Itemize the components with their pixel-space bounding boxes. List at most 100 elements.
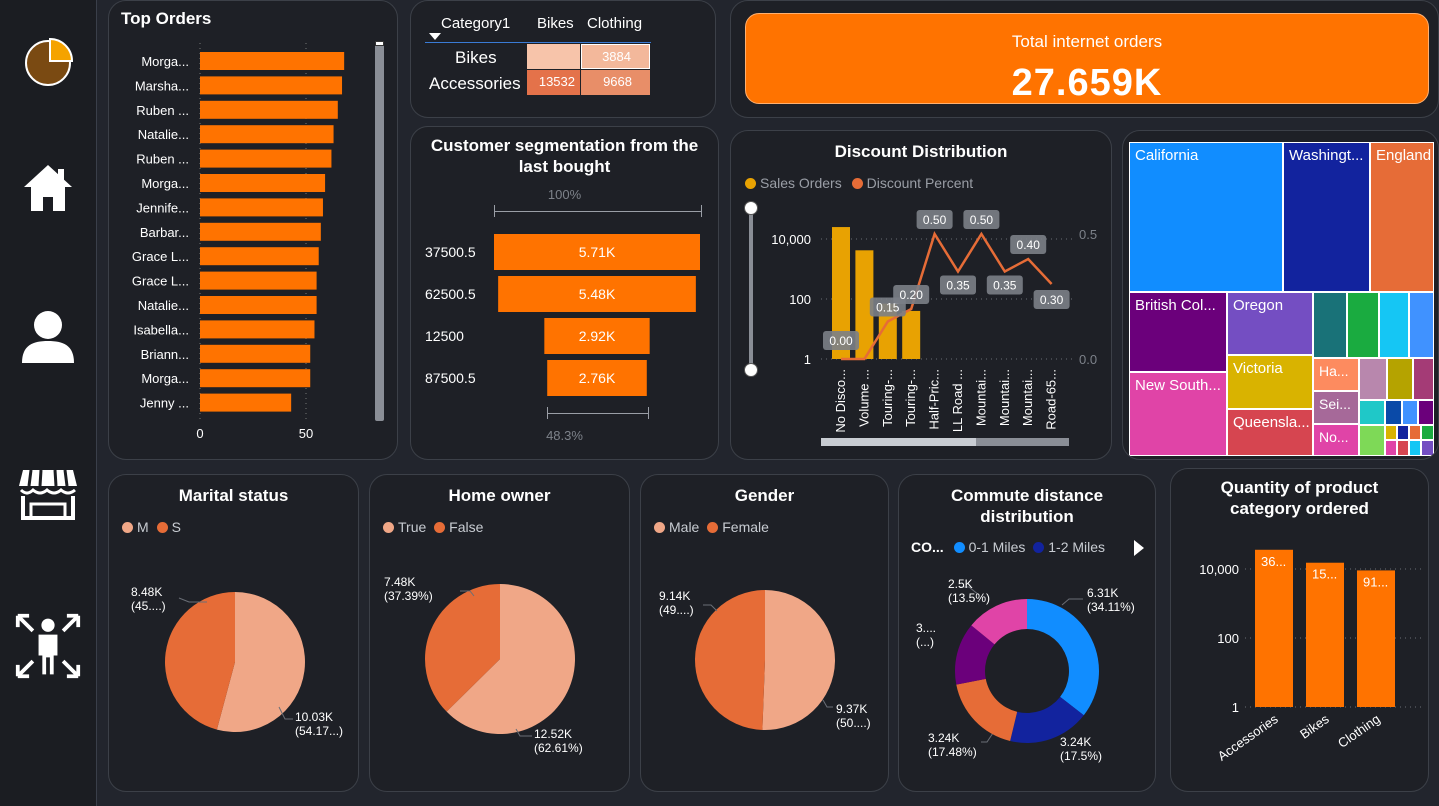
treemap-cell[interactable]: England <box>1370 142 1434 292</box>
treemap-cell[interactable] <box>1379 292 1409 358</box>
treemap-cell[interactable] <box>1359 425 1385 456</box>
gender-card: Gender Male Female 9.14K (49....) 9.37K (5… <box>640 474 889 792</box>
slice-label: 10.03K (54.17...) <box>295 710 344 738</box>
funnel-category-label: 87500.5 <box>425 370 476 386</box>
y-tick-label: 10,000 <box>1199 562 1239 577</box>
horizontal-scrollbar[interactable] <box>821 438 1069 446</box>
treemap-cell[interactable] <box>1387 358 1413 400</box>
treemap-cell[interactable] <box>1347 292 1379 358</box>
x-tick-label: 0 <box>196 426 203 441</box>
customers-icon[interactable] <box>14 612 82 680</box>
quantity-chart: 10,000 100 1 36... Accessories 15... Bikes 91..… <box>1199 549 1421 764</box>
marital-status-card: Marital status M S 8.48K (45....) 10.03K(… <box>108 474 359 792</box>
treemap-cell[interactable]: British Col... <box>1129 292 1227 372</box>
discount-chart: 10,000 100 1 0.5 0.0 No Disco... Volume ... Tou… <box>771 210 1097 433</box>
data-label: 0.50 <box>923 213 947 227</box>
order-bar <box>200 198 323 217</box>
treemap-cell[interactable] <box>1409 440 1421 456</box>
treemap-cell[interactable] <box>1409 292 1434 358</box>
treemap-cell[interactable] <box>1385 440 1397 456</box>
treemap-cell[interactable]: Queensla... <box>1227 409 1313 456</box>
slider-handle-top[interactable] <box>744 201 758 215</box>
treemap-card: California Washingt... England British C… <box>1122 130 1439 460</box>
order-bar <box>200 369 311 388</box>
order-bar <box>200 174 326 192</box>
customer-name-label: Jenny ... <box>140 396 189 411</box>
treemap-cell[interactable] <box>1385 400 1402 425</box>
funnel-value-label: 2.76K <box>579 370 616 386</box>
treemap-cell[interactable] <box>1418 400 1434 425</box>
data-label: 0.50 <box>970 213 994 227</box>
top-orders-chart: 0 50 Morga... Marsha... Ruben ... Natalie..… <box>132 43 345 441</box>
y-tick-label: 100 <box>1217 631 1239 646</box>
x-tick-label: LL Road ... <box>950 369 965 432</box>
treemap-cell[interactable]: Ha... <box>1313 358 1359 391</box>
pie-chart-icon[interactable] <box>14 28 82 96</box>
customer-name-label: Barbar... <box>140 225 189 240</box>
data-label: 0.40 <box>1017 238 1041 252</box>
treemap-cell[interactable] <box>1402 400 1418 425</box>
x-tick-label: No Disco... <box>833 369 848 433</box>
quantity-card: Quantity of product category ordered 10,… <box>1170 468 1429 792</box>
treemap-cell[interactable] <box>1421 425 1434 440</box>
treemap-cell[interactable]: Oregon <box>1227 292 1313 355</box>
matrix-header-category[interactable]: Category1 <box>441 15 510 32</box>
scrollbar[interactable] <box>375 41 384 421</box>
treemap-cell[interactable] <box>1409 425 1421 440</box>
y-tick-label: 10,000 <box>771 232 811 247</box>
funnel-card: Customer segmentation from the last boug… <box>410 126 719 460</box>
order-bar <box>200 125 334 144</box>
customer-name-label: Jennife... <box>136 200 189 215</box>
x-tick-label: Clothing <box>1335 711 1383 751</box>
treemap-label: California <box>1135 147 1199 164</box>
treemap-cell[interactable]: Victoria <box>1227 355 1313 409</box>
leader-line <box>822 699 833 708</box>
treemap-label: No... <box>1319 429 1349 445</box>
bar-value-label: 15... <box>1312 567 1337 582</box>
order-bar <box>200 52 345 70</box>
home-icon[interactable] <box>14 154 82 222</box>
kpi-label: Total internet orders <box>1011 32 1163 51</box>
user-icon[interactable] <box>14 302 82 370</box>
y-tick-label: 1 <box>1232 700 1239 715</box>
treemap-cell[interactable]: No... <box>1313 424 1359 456</box>
y-range-slider[interactable] <box>749 207 753 369</box>
treemap-cell[interactable] <box>1385 425 1397 440</box>
matrix-cell: 3884 <box>581 44 650 69</box>
treemap-cell[interactable]: Washingt... <box>1283 142 1370 292</box>
treemap-cell[interactable] <box>1421 440 1434 456</box>
leader-line <box>1061 598 1083 606</box>
treemap-label: Washingt... <box>1289 147 1364 164</box>
x-tick-label: Touring-... <box>903 369 918 427</box>
treemap-cell[interactable]: California <box>1129 142 1283 292</box>
customer-name-label: Briann... <box>141 347 189 362</box>
matrix-header-bikes: Bikes <box>537 15 574 32</box>
treemap-cell[interactable] <box>1413 358 1434 400</box>
store-icon[interactable] <box>14 460 82 528</box>
matrix-cell <box>527 44 580 69</box>
funnel-bottom-bracket <box>547 407 649 419</box>
treemap-cell[interactable] <box>1397 440 1409 456</box>
customer-name-label: Grace L... <box>132 274 189 289</box>
pie-slice <box>695 590 765 730</box>
x-tick-label: Touring-... <box>880 369 895 427</box>
slider-handle-bottom[interactable] <box>744 363 758 377</box>
customer-name-label: Grace L... <box>132 249 189 264</box>
treemap-cell[interactable]: Sei... <box>1313 391 1359 424</box>
treemap-cell[interactable] <box>1359 400 1385 425</box>
customer-name-label: Natalie... <box>138 298 189 313</box>
treemap-cell[interactable] <box>1313 292 1347 358</box>
slice-label: 3.... (...) <box>916 621 937 649</box>
customer-name-label: Morga... <box>141 54 189 69</box>
treemap-cell[interactable] <box>1359 358 1387 400</box>
data-label: 0.20 <box>900 288 924 302</box>
treemap-cell[interactable]: New South... <box>1129 372 1227 456</box>
customer-name-label: Morga... <box>141 176 189 191</box>
data-label: 0.00 <box>829 334 853 348</box>
treemap-cell[interactable] <box>1397 425 1409 440</box>
funnel-category-label: 12500 <box>425 328 464 344</box>
x-tick-label: Mountai... <box>997 369 1012 426</box>
sort-arrow-icon[interactable] <box>429 33 441 40</box>
matrix-cell-value: 9668 <box>603 74 632 89</box>
matrix-cell: 9668 <box>581 70 650 95</box>
